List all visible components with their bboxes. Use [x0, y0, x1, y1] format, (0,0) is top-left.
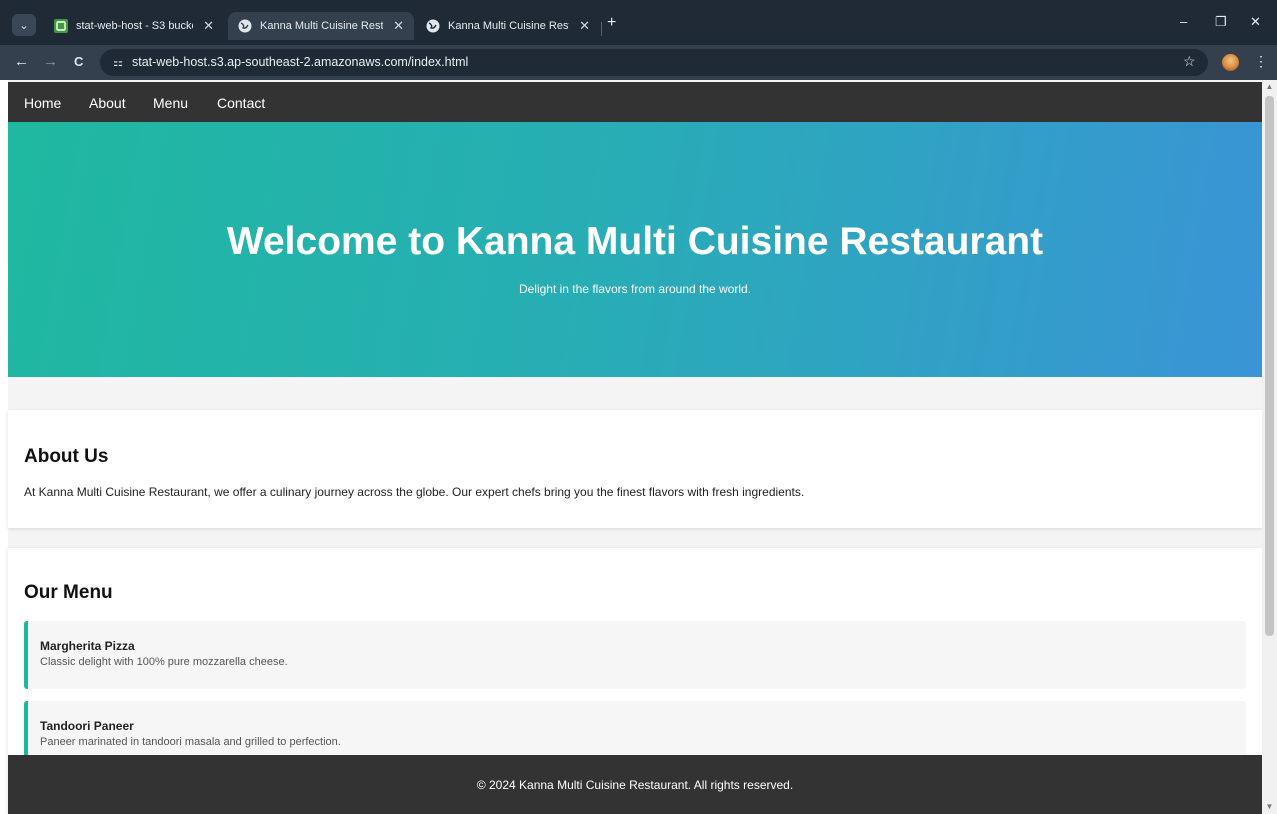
- page-scrollbar[interactable]: ▲ ▼: [1262, 80, 1277, 814]
- hero-title: Welcome to Kanna Multi Cuisine Restauran…: [226, 220, 1044, 263]
- tab-separator: [601, 22, 602, 36]
- forward-icon[interactable]: →: [43, 53, 58, 70]
- tab-close-icon[interactable]: ✕: [393, 18, 404, 34]
- bookmark-star-icon[interactable]: ☆: [1183, 53, 1196, 70]
- menu-item-desc: Paneer marinated in tandoori masala and …: [40, 736, 341, 748]
- scroll-up-icon[interactable]: ▲: [1262, 80, 1277, 94]
- tab-close-icon[interactable]: ✕: [203, 18, 214, 34]
- new-tab-icon[interactable]: +: [607, 14, 616, 32]
- minimize-icon[interactable]: –: [1180, 14, 1187, 29]
- restore-icon[interactable]: ❐: [1215, 14, 1227, 30]
- s3-favicon-icon: [54, 19, 68, 33]
- site-info-icon[interactable]: ⚏: [110, 55, 126, 71]
- page-body: Home About Menu Contact Welcome to Kanna…: [8, 80, 1262, 814]
- footer-text: © 2024 Kanna Multi Cuisine Restaurant. A…: [476, 778, 794, 792]
- nav-link-menu[interactable]: Menu: [153, 95, 188, 111]
- menu-item: Margherita Pizza Classic delight with 10…: [24, 621, 1246, 689]
- about-heading: About Us: [24, 446, 109, 467]
- nav-link-home[interactable]: Home: [24, 95, 61, 111]
- tab-title: Kanna Multi Cuisine Restaurant: [448, 20, 569, 32]
- hero-banner: Welcome to Kanna Multi Cuisine Restauran…: [8, 122, 1262, 377]
- nav-link-contact[interactable]: Contact: [217, 95, 265, 111]
- about-text: At Kanna Multi Cuisine Restaurant, we of…: [24, 485, 805, 499]
- window-close-icon[interactable]: ✕: [1250, 14, 1261, 30]
- tab-title: Kanna Multi Cuisine Restaurant: [260, 20, 384, 32]
- hero-subtitle: Delight in the flavors from around the w…: [518, 282, 752, 296]
- globe-icon: [426, 19, 440, 33]
- menu-item-name: Margherita Pizza: [40, 639, 135, 653]
- browser-tab-strip: ⌄ stat-web-host - S3 bucket | S3 | ✕ Kan…: [0, 0, 1277, 45]
- tab-restaurant-active[interactable]: Kanna Multi Cuisine Restaurant ✕: [228, 12, 414, 40]
- menu-item-name: Tandoori Paneer: [40, 719, 134, 733]
- back-icon[interactable]: ←: [14, 53, 29, 70]
- reload-icon[interactable]: C: [74, 54, 83, 69]
- scroll-down-icon[interactable]: ▼: [1262, 800, 1277, 814]
- globe-icon: [238, 19, 252, 33]
- browser-toolbar: ← → C ⚏ stat-web-host.s3.ap-southeast-2.…: [0, 45, 1277, 80]
- menu-item-desc: Classic delight with 100% pure mozzarell…: [40, 656, 288, 668]
- page-viewport: Home About Menu Contact Welcome to Kanna…: [0, 80, 1277, 814]
- site-footer: © 2024 Kanna Multi Cuisine Restaurant. A…: [8, 755, 1262, 814]
- address-bar[interactable]: ⚏ stat-web-host.s3.ap-southeast-2.amazon…: [100, 49, 1208, 76]
- browser-menu-icon[interactable]: ⋮: [1254, 53, 1268, 70]
- tab-search-icon[interactable]: ⌄: [12, 14, 36, 36]
- url-text[interactable]: stat-web-host.s3.ap-southeast-2.amazonaw…: [132, 55, 468, 69]
- scroll-thumb[interactable]: [1265, 96, 1274, 636]
- tab-row: ⌄ stat-web-host - S3 bucket | S3 | ✕ Kan…: [0, 10, 1277, 42]
- tab-restaurant[interactable]: Kanna Multi Cuisine Restaurant ✕: [416, 12, 600, 40]
- nav-link-about[interactable]: About: [89, 95, 126, 111]
- about-section: About Us At Kanna Multi Cuisine Restaura…: [8, 410, 1262, 528]
- tab-title: stat-web-host - S3 bucket | S3 |: [76, 20, 193, 32]
- tab-close-icon[interactable]: ✕: [579, 18, 590, 34]
- profile-avatar[interactable]: [1222, 54, 1239, 71]
- tab-s3-bucket[interactable]: stat-web-host - S3 bucket | S3 | ✕: [44, 12, 224, 40]
- menu-heading: Our Menu: [24, 582, 113, 603]
- site-navbar: Home About Menu Contact: [8, 82, 1262, 122]
